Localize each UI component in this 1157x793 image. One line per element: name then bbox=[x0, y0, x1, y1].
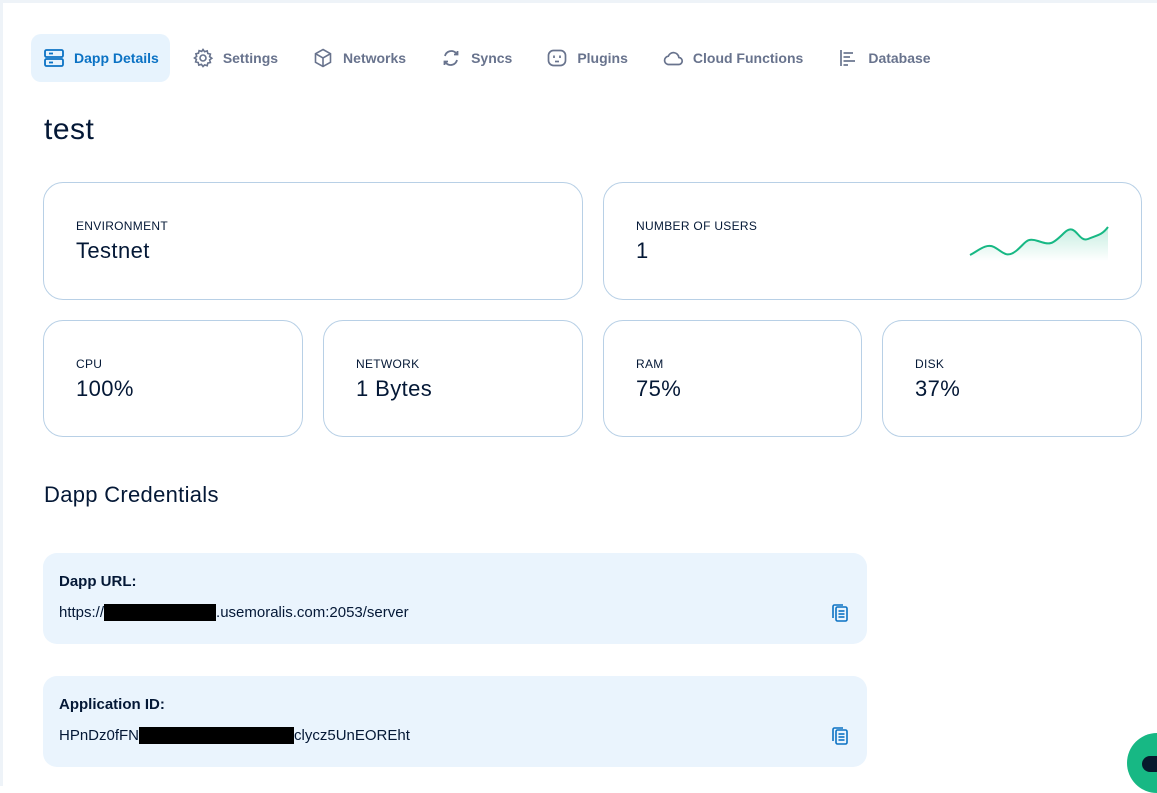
page-title: test bbox=[44, 113, 95, 146]
disk-value: 37% bbox=[915, 376, 961, 401]
gear-icon bbox=[192, 48, 213, 68]
tab-settings[interactable]: Settings bbox=[180, 34, 290, 82]
cpu-value: 100% bbox=[76, 376, 134, 401]
tab-syncs[interactable]: Syncs bbox=[428, 34, 524, 82]
application-id-panel: Application ID: HPnDz0fFN clycz5UnEOREht bbox=[43, 676, 867, 767]
plug-icon bbox=[547, 49, 567, 67]
redaction-bar bbox=[139, 727, 295, 744]
tab-bar: Dapp Details Settings Networks Syncs Plu… bbox=[31, 34, 953, 82]
application-id-suffix: clycz5UnEOREht bbox=[294, 727, 410, 744]
disk-caption: DISK bbox=[915, 357, 945, 371]
dapp-url-label: Dapp URL: bbox=[59, 573, 137, 590]
dapp-url-suffix: .usemoralis.com:2053/server bbox=[216, 604, 409, 621]
chat-bubble-icon bbox=[1142, 756, 1157, 772]
application-id-prefix: HPnDz0fFN bbox=[59, 727, 140, 744]
tab-database[interactable]: Database bbox=[825, 34, 942, 82]
tab-label: Dapp Details bbox=[74, 50, 159, 66]
network-value: 1 Bytes bbox=[356, 376, 433, 401]
tab-label: Database bbox=[868, 50, 931, 66]
cpu-card: CPU 100% bbox=[43, 320, 303, 437]
ram-value: 75% bbox=[636, 376, 682, 401]
sync-icon bbox=[443, 50, 459, 66]
ram-card: RAM 75% bbox=[603, 320, 862, 437]
cube-icon bbox=[314, 48, 332, 68]
tab-label: Cloud Functions bbox=[692, 50, 804, 66]
credentials-heading: Dapp Credentials bbox=[44, 482, 219, 507]
tab-networks[interactable]: Networks bbox=[300, 34, 418, 82]
environment-caption: ENVIRONMENT bbox=[76, 219, 168, 233]
ram-caption: RAM bbox=[636, 357, 664, 371]
database-icon bbox=[840, 50, 856, 66]
tab-cloud-functions[interactable]: Cloud Functions bbox=[650, 34, 815, 82]
users-caption: NUMBER OF USERS bbox=[636, 219, 758, 233]
tab-label: Plugins bbox=[577, 50, 628, 66]
environment-value: Testnet bbox=[76, 238, 150, 263]
dapp-url-prefix: https:// bbox=[59, 604, 105, 621]
users-sparkline bbox=[969, 226, 1109, 261]
dapp-url-value[interactable]: https:// .usemoralis.com:2053/server bbox=[59, 604, 409, 621]
network-caption: NETWORK bbox=[356, 357, 420, 371]
network-card: NETWORK 1 Bytes bbox=[323, 320, 583, 437]
application-id-value[interactable]: HPnDz0fFN clycz5UnEOREht bbox=[59, 727, 410, 744]
tab-label: Settings bbox=[222, 50, 279, 66]
tab-label: Networks bbox=[343, 50, 407, 66]
users-value: 1 bbox=[636, 238, 649, 263]
server-icon bbox=[44, 49, 64, 67]
copy-icon[interactable] bbox=[830, 725, 850, 747]
cpu-caption: CPU bbox=[76, 357, 103, 371]
cloud-icon bbox=[663, 51, 683, 66]
tab-label: Syncs bbox=[471, 50, 513, 66]
disk-card: DISK 37% bbox=[882, 320, 1142, 437]
redaction-bar bbox=[104, 604, 217, 621]
copy-icon[interactable] bbox=[830, 602, 850, 624]
tab-plugins[interactable]: Plugins bbox=[534, 34, 640, 82]
application-id-label: Application ID: bbox=[59, 696, 165, 713]
environment-card: ENVIRONMENT Testnet bbox=[43, 182, 583, 300]
dapp-url-panel: Dapp URL: https:// .usemoralis.com:2053/… bbox=[43, 553, 867, 644]
users-card: NUMBER OF USERS 1 bbox=[603, 182, 1142, 300]
tab-dapp-details[interactable]: Dapp Details bbox=[31, 34, 170, 82]
